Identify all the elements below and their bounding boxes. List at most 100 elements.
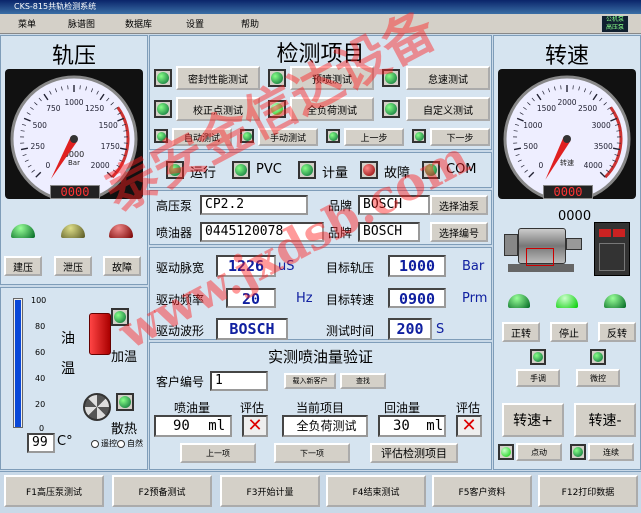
heater-icon[interactable] <box>89 313 111 355</box>
f1-pump-test-button[interactable]: F1高压泵测试 <box>4 475 104 507</box>
fault-status-label: 故障 <box>384 166 411 181</box>
injector-brand-value[interactable]: BOSCH <box>358 222 420 242</box>
forward-button[interactable]: 正转 <box>502 322 540 342</box>
continuous-button[interactable]: 连续 <box>588 443 634 461</box>
build-pressure-button[interactable]: 建压 <box>4 256 42 276</box>
auto-test-button[interactable]: 自动测试 <box>172 128 232 146</box>
oil-temp-panel: 100 80 60 40 20 0 油 温 99 C° 加温 散热 遥控 自然 <box>0 287 148 470</box>
rp-gauge-tick-label: 750 <box>46 104 61 113</box>
mode-auto-radio[interactable] <box>91 440 99 448</box>
next-step-button[interactable]: 下一步 <box>430 128 490 146</box>
next-item-button[interactable]: 下一项 <box>274 443 350 463</box>
import-customer-button[interactable]: 载入新客户 <box>284 373 336 389</box>
f5-customer-data-button[interactable]: F5客户资料 <box>432 475 532 507</box>
menu-item-menu[interactable]: 菜单 <box>18 17 36 30</box>
speed-up-button[interactable]: 转速+ <box>502 403 564 437</box>
eval-label-1: 评估 <box>240 401 265 415</box>
target-speed-value[interactable]: 0900 <box>388 288 446 308</box>
waveform-value[interactable]: BOSCH <box>216 318 288 340</box>
calibration-test-button[interactable]: 校正点测试 <box>176 97 260 121</box>
rail-pressure-panel: 轨压 0 250 500 750 1000 1250 1500 1750 2000 Bar 00… <box>0 35 148 285</box>
sp-gauge-tick-label: 1000 <box>523 121 542 130</box>
next-step-lamp <box>412 129 426 143</box>
status-row: 运行 PVC 计量 故障 COM <box>149 152 492 188</box>
pump-label: 高压泵 <box>156 199 193 213</box>
pump-brand-value[interactable]: BOSCH <box>358 195 430 215</box>
manual-test-button[interactable]: 手动测试 <box>258 128 318 146</box>
sp-gauge-tick-label: 2000 <box>557 98 576 107</box>
speed-gauge-dial: 0 500 1000 150020002500 3000 3500 4000 转速 <box>503 75 631 203</box>
rp-gauge-tick-label: 250 <box>31 142 46 151</box>
release-pressure-lamp <box>61 224 85 238</box>
pump-brand-label: 品牌 <box>328 199 353 213</box>
fault-button[interactable]: 故障 <box>103 256 141 276</box>
sp-gauge-tick-label: 4000 <box>584 161 603 170</box>
menu-item-database[interactable]: 数据库 <box>125 17 152 30</box>
oil-label: 油 <box>61 331 75 347</box>
f3-start-meter-button[interactable]: F3开始计量 <box>220 475 320 507</box>
custom-test-button[interactable]: 自定义测试 <box>406 97 490 121</box>
reverse-lamp <box>604 294 626 308</box>
rp-gauge-tick-label: 500 <box>33 121 48 130</box>
drive-freq-value[interactable]: 20 <box>226 288 276 308</box>
drive-params-panel: 驱动脉宽 1226 uS 目标轨压 1000 Bar 驱动频率 20 Hz 目标… <box>149 247 492 340</box>
prev-step-button[interactable]: 上一步 <box>344 128 404 146</box>
thermo-tick-100: 100 <box>31 296 47 305</box>
pulse-width-value[interactable]: 1226 <box>216 255 276 277</box>
drive-freq-label: 驱动频率 <box>156 293 205 307</box>
fan-icon[interactable] <box>83 393 111 421</box>
menu-item-map[interactable]: 脉谱图 <box>68 17 95 30</box>
full-load-test-button[interactable]: 全负荷测试 <box>290 97 374 121</box>
customer-label: 客户编号 <box>156 375 205 389</box>
rail-pressure-gauge-dial: 0 250 500 75010001250 1500 1750 2000 Bar 0000 <box>10 75 138 203</box>
menu-item-settings[interactable]: 设置 <box>186 17 204 30</box>
release-pressure-button[interactable]: 泄压 <box>54 256 92 276</box>
select-pump-button[interactable]: 选择油泵 <box>430 195 488 215</box>
injection-qty-label: 喷油量 <box>174 401 211 415</box>
test-time-value[interactable]: 200 <box>388 318 432 340</box>
injection-qty-field[interactable]: 90 ml <box>154 415 232 437</box>
eval-fail-icon-1: ✕ <box>242 415 268 437</box>
return-qty-field[interactable]: 30 ml <box>378 415 446 437</box>
return-qty-value: 30 <box>393 418 410 434</box>
select-code-button[interactable]: 选择编号 <box>430 222 488 242</box>
target-rail-unit: Bar <box>462 259 485 274</box>
motor-icon <box>504 226 584 274</box>
com-status-label: COM <box>446 162 477 177</box>
f2-prepare-test-button[interactable]: F2预备测试 <box>112 475 212 507</box>
menu-item-help[interactable]: 帮助 <box>241 17 259 30</box>
fine-control-button[interactable]: 微控 <box>576 369 620 387</box>
f4-end-test-button[interactable]: F4结束测试 <box>326 475 426 507</box>
injector-label: 喷油器 <box>156 226 193 240</box>
f12-print-data-button[interactable]: F12打印数据 <box>538 475 638 507</box>
injector-value[interactable]: 0445120078 <box>200 222 324 242</box>
evaluate-item-button[interactable]: 评估检测项目 <box>370 443 458 463</box>
eval-label-2: 评估 <box>456 401 481 415</box>
jog-button[interactable]: 点动 <box>516 443 562 461</box>
customer-value[interactable]: 1 <box>210 371 268 391</box>
pump-value[interactable]: CP2.2 <box>200 195 308 215</box>
prev-item-button[interactable]: 上一项 <box>180 443 256 463</box>
pilot-test-button[interactable]: 预喷测试 <box>290 66 374 90</box>
stop-button[interactable]: 停止 <box>550 322 588 342</box>
pump-info-panel: 高压泵 CP2.2 品牌 BOSCH 选择油泵 喷油器 0445120078 品… <box>149 190 492 245</box>
fault-status-lamp <box>360 161 378 179</box>
speed-down-button[interactable]: 转速- <box>574 403 636 437</box>
fault-lamp <box>109 224 133 238</box>
sp-gauge-tick-label: 3500 <box>594 142 613 151</box>
target-rail-value[interactable]: 1000 <box>388 255 446 277</box>
jog-lamp <box>498 444 514 460</box>
return-qty-unit: ml <box>426 418 444 434</box>
seal-test-button[interactable]: 密封性能测试 <box>176 66 260 90</box>
injection-qty-unit: ml <box>208 418 226 434</box>
manual-adjust-button[interactable]: 手调 <box>516 369 560 387</box>
menu-bar: 菜单 脉谱图 数据库 设置 帮助 公机泵 高压泵 <box>0 14 641 34</box>
idle-test-button[interactable]: 怠速测试 <box>406 66 490 90</box>
find-customer-button[interactable]: 查找 <box>340 373 386 389</box>
mode-manual-radio[interactable] <box>117 440 125 448</box>
speed-gauge-unit: 转速 <box>560 158 574 167</box>
test-items-panel: 检测项目 密封性能测试 预喷测试 怠速测试 校正点测试 全负荷测试 自定义测试 … <box>149 35 492 150</box>
waveform-label: 驱动波形 <box>156 324 205 338</box>
reverse-button[interactable]: 反转 <box>598 322 636 342</box>
test-time-label: 测试时间 <box>326 324 375 338</box>
